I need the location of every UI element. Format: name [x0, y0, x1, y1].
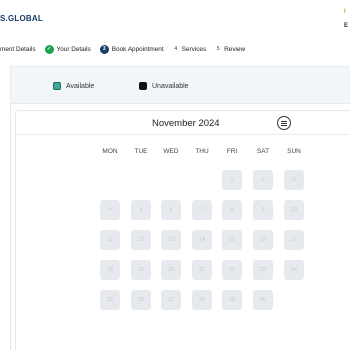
check-icon: ✓ [44, 44, 54, 54]
calendar-day: 16 [253, 230, 273, 250]
calendar-day: 14 [192, 230, 212, 250]
header-mark-bottom: E [344, 23, 349, 29]
header-mark-top: I [344, 9, 346, 15]
booking-panel: Available Unavailable November 2024 MON T… [10, 66, 350, 350]
calendar-day: 6 [161, 200, 181, 220]
step-label: Your Details [56, 45, 91, 53]
calendar-day: 1 [222, 170, 242, 190]
calendar-day: 26 [131, 290, 151, 310]
calendar-month-title: November 2024 [152, 118, 220, 129]
weekday-tue: TUE [134, 148, 148, 155]
calendar-day: 9 [253, 200, 273, 220]
available-swatch-icon [53, 82, 61, 90]
progress-stepper: ment Details ✓ Your Details 3 Book Appoi… [0, 42, 254, 56]
step-number: 3 [99, 44, 109, 54]
calendar-menu-button[interactable] [277, 116, 291, 130]
calendar-day: 3 [284, 170, 304, 190]
calendar-day: 27 [161, 290, 181, 310]
calendar-day: 30 [253, 290, 273, 310]
calendar-day: 7 [192, 200, 212, 220]
calendar-day: 19 [131, 260, 151, 280]
weekday-sat: SAT [256, 148, 270, 155]
step-label: Review [224, 45, 246, 53]
step-number: 4 [174, 46, 178, 52]
step-book-appointment[interactable]: 3 Book Appointment [99, 44, 164, 54]
calendar-day: 24 [284, 260, 304, 280]
weekday-wed: WED [163, 148, 179, 155]
step-appointment-details[interactable]: ment Details [0, 46, 36, 53]
weekday-fri: FRI [226, 148, 238, 155]
calendar-day: 12 [131, 230, 151, 250]
step-review[interactable]: 5 Review [215, 45, 246, 54]
step-label: Services [181, 45, 207, 53]
calendar-day: 13 [161, 230, 181, 250]
legend-available-label: Available [66, 82, 95, 90]
step-services[interactable]: 4 Services [173, 45, 207, 54]
calendar-day: 25 [100, 290, 120, 310]
calendar-day: 11 [100, 230, 120, 250]
calendar-day: 4 [100, 200, 120, 220]
calendar-day: 10 [284, 200, 304, 220]
legend-unavailable-label: Unavailable [152, 82, 189, 90]
header-right: I E [344, 8, 350, 30]
appointment-calendar: November 2024 MON TUE WED THU FRI SAT SUN 1 2 3 4 5… [15, 110, 350, 350]
calendar-day: 28 [192, 290, 212, 310]
calendar-day: 8 [222, 200, 242, 220]
step-label: ment Details [0, 45, 36, 53]
calendar-day: 5 [131, 200, 151, 220]
unavailable-swatch-icon [139, 82, 147, 90]
calendar-day: 29 [222, 290, 242, 310]
calendar-header: November 2024 [16, 111, 350, 135]
brand-logo[interactable]: S.GLOBAL [0, 14, 43, 23]
calendar-day: 2 [253, 170, 273, 190]
calendar-day: 20 [161, 260, 181, 280]
legend-unavailable: Unavailable [139, 82, 189, 90]
weekday-mon: MON [102, 148, 118, 155]
weekday-sun: SUN [287, 148, 301, 155]
calendar-day: 18 [100, 260, 120, 280]
calendar-day: 17 [284, 230, 304, 250]
calendar-day: 21 [192, 260, 212, 280]
step-number: 5 [216, 46, 220, 52]
step-label: Book Appointment [111, 45, 164, 53]
calendar-day: 22 [222, 260, 242, 280]
calendar-day: 15 [222, 230, 242, 250]
menu-icon [281, 122, 287, 124]
calendar-day: 23 [253, 260, 273, 280]
weekday-thu: THU [195, 148, 209, 155]
availability-legend: Available Unavailable [11, 66, 350, 104]
step-your-details[interactable]: ✓ Your Details [44, 44, 91, 54]
legend-available: Available [53, 82, 94, 90]
